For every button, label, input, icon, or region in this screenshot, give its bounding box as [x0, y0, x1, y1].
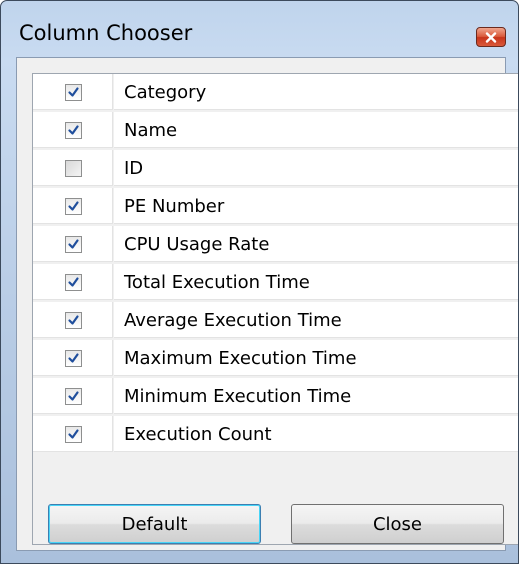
list-empty-area [33, 454, 518, 484]
column-checkbox[interactable] [65, 426, 82, 443]
column-list: Category Name ID PE Number CPU Usage Rat… [32, 73, 518, 545]
list-item[interactable]: Total Execution Time [33, 264, 518, 301]
column-checkbox[interactable] [65, 236, 82, 253]
column-checkbox[interactable] [65, 160, 82, 177]
column-label: Category [124, 82, 207, 103]
column-label: CPU Usage Rate [124, 234, 270, 255]
checkmark-icon [68, 353, 79, 363]
column-label: Total Execution Time [124, 272, 310, 293]
close-window-button[interactable] [476, 27, 506, 47]
close-button[interactable]: Close [291, 504, 504, 544]
default-button[interactable]: Default [48, 504, 261, 544]
list-item[interactable]: Maximum Execution Time [33, 340, 518, 377]
column-label: Average Execution Time [124, 310, 342, 331]
list-item[interactable]: ID [33, 150, 518, 187]
checkmark-icon [68, 391, 79, 401]
column-checkbox[interactable] [65, 198, 82, 215]
checkmark-icon [68, 239, 79, 249]
column-checkbox[interactable] [65, 312, 82, 329]
list-item[interactable]: PE Number [33, 188, 518, 225]
column-checkbox[interactable] [65, 388, 82, 405]
list-item[interactable]: Minimum Execution Time [33, 378, 518, 415]
checkmark-icon [68, 201, 79, 211]
column-label: Execution Count [124, 424, 272, 445]
list-item[interactable]: Name [33, 112, 518, 149]
list-item[interactable]: CPU Usage Rate [33, 226, 518, 263]
window-title: Column Chooser [19, 21, 193, 45]
column-chooser-window: Column Chooser Category Name ID PE Numbe… [0, 0, 519, 564]
list-item[interactable]: Average Execution Time [33, 302, 518, 339]
column-label: PE Number [124, 196, 225, 217]
checkmark-icon [68, 87, 79, 97]
dialog-client-area: Category Name ID PE Number CPU Usage Rat… [16, 57, 518, 551]
close-icon [485, 31, 497, 43]
title-bar[interactable]: Column Chooser [1, 1, 518, 55]
column-label: Name [124, 120, 178, 141]
column-checkbox[interactable] [65, 84, 82, 101]
checkmark-icon [68, 315, 79, 325]
checkmark-icon [68, 429, 79, 439]
list-item[interactable]: Category [33, 74, 518, 111]
list-item[interactable]: Execution Count [33, 416, 518, 453]
checkmark-icon [68, 125, 79, 135]
column-label: Maximum Execution Time [124, 348, 357, 369]
column-checkbox[interactable] [65, 350, 82, 367]
column-checkbox[interactable] [65, 274, 82, 291]
column-checkbox[interactable] [65, 122, 82, 139]
column-label: Minimum Execution Time [124, 386, 352, 407]
checkmark-icon [68, 277, 79, 287]
column-label: ID [124, 158, 144, 179]
